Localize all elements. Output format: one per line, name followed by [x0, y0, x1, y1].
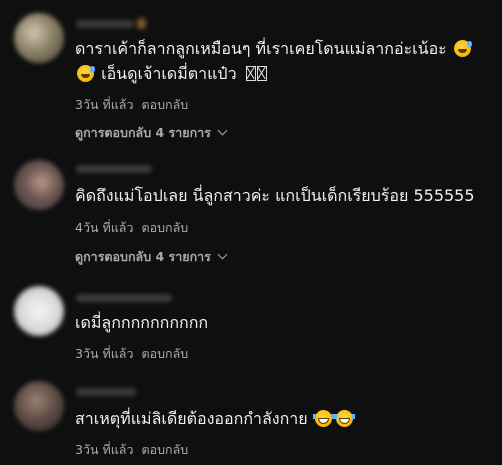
reply-button[interactable]: ตอบกลับ	[141, 220, 188, 235]
reply-button[interactable]: ตอบกลับ	[141, 442, 188, 457]
view-replies-button[interactable]: ดูการตอบกลับ 4 รายการ	[75, 123, 228, 143]
comment-text: เดมี่ลูกกกกกกกกกก	[75, 312, 494, 334]
comment-meta: 4วัน ที่แล้ว ตอบกลับ	[75, 218, 188, 238]
comment-text: สาเหตุที่แม่ลิเดียต้องออกกำลังกาย	[75, 408, 494, 430]
comment-meta: 3วัน ที่แล้ว ตอบกลับ	[75, 344, 188, 364]
comment-text-line: เอ็นดูเจ้าเดมี่ตาแป๋ว	[101, 64, 237, 83]
comment-text-line: คิดถึงแม่โอปเลย นี่ลูกสาวค่ะ แกเป็นเด็กเ…	[75, 186, 475, 205]
view-replies-button[interactable]: ดูการตอบกลับ 4 รายการ	[75, 247, 228, 267]
reply-button[interactable]: ตอบกลับ	[141, 346, 188, 361]
tears-of-joy-icon	[312, 410, 334, 427]
sweat-smile-icon	[453, 40, 472, 57]
avatar[interactable]	[14, 381, 64, 431]
sweat-smile-icon	[77, 65, 95, 82]
view-replies-label: ดูการตอบกลับ 4 รายการ	[75, 249, 211, 264]
timestamp: 3วัน ที่แล้ว	[75, 346, 134, 361]
comment-text-line: สาเหตุที่แม่ลิเดียต้องออกกำลังกาย	[75, 409, 308, 428]
comment-text: ดาราเค้าก็ลากลูกเหมือนๆ ที่เราเคยโดนแม่ล…	[75, 38, 494, 60]
author-name-blurred[interactable]	[76, 294, 172, 302]
author-name-blurred[interactable]	[76, 165, 152, 173]
timestamp: 3วัน ที่แล้ว	[75, 442, 134, 457]
comment-text-line: เดมี่ลูกกกกกกกกกก	[75, 313, 209, 332]
comment-meta: 3วัน ที่แล้ว ตอบกลับ	[75, 440, 188, 460]
chevron-down-icon	[217, 125, 228, 136]
unsupported-glyph-icon	[245, 65, 268, 87]
avatar[interactable]	[14, 286, 64, 336]
tears-of-joy-icon	[333, 410, 355, 427]
avatar[interactable]	[14, 13, 64, 63]
chevron-down-icon	[217, 249, 228, 260]
comment-meta: 3วัน ที่แล้ว ตอบกลับ	[75, 95, 188, 115]
avatar[interactable]	[14, 160, 64, 210]
comment-text: เอ็นดูเจ้าเดมี่ตาแป๋ว	[75, 63, 494, 87]
author-name-blurred[interactable]	[76, 388, 136, 396]
comment-text-line: ดาราเค้าก็ลากลูกเหมือนๆ ที่เราเคยโดนแม่ล…	[75, 39, 447, 58]
reply-button[interactable]: ตอบกลับ	[141, 97, 188, 112]
view-replies-label: ดูการตอบกลับ 4 รายการ	[75, 125, 211, 140]
comment-text: คิดถึงแม่โอปเลย นี่ลูกสาวค่ะ แกเป็นเด็กเ…	[75, 185, 494, 207]
author-name-blurred[interactable]	[76, 20, 134, 28]
timestamp: 3วัน ที่แล้ว	[75, 97, 134, 112]
timestamp: 4วัน ที่แล้ว	[75, 220, 134, 235]
